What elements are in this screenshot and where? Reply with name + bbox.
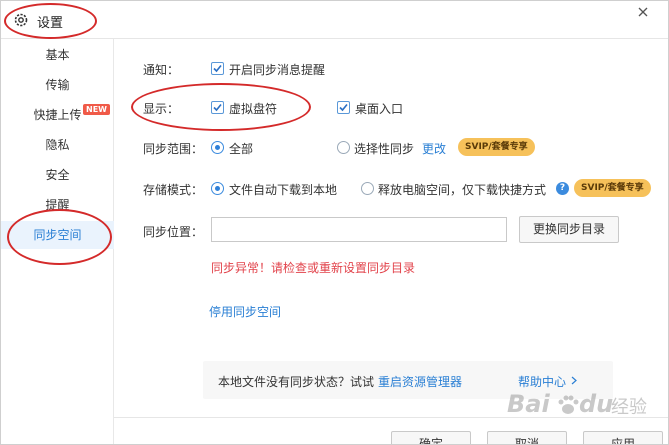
- sidebar-item-sync-space[interactable]: 同步空间: [1, 221, 114, 249]
- sync-error-message: 同步异常！请检查或重新设置同步目录: [211, 261, 416, 275]
- svip-badge: SVIP/套餐专享: [574, 179, 651, 197]
- sync-location-label: 同步位置：: [143, 225, 204, 239]
- virtual-drive-label: 虚拟盘符: [229, 102, 278, 116]
- title-bar: 设置: [1, 1, 668, 39]
- storage-auto-download-label: 文件自动下载到本地: [229, 183, 338, 197]
- sync-scope-all-label: 全部: [229, 142, 254, 156]
- sidebar-item-reminder[interactable]: 提醒: [1, 191, 114, 219]
- notify-label: 通知：: [143, 63, 180, 77]
- apply-button[interactable]: 应用: [583, 431, 663, 444]
- new-badge: NEW: [83, 104, 110, 115]
- baidu-watermark: Bai du 经验: [507, 386, 647, 432]
- gear-icon: [14, 13, 28, 27]
- sync-location-input[interactable]: [211, 217, 507, 242]
- storage-auto-download-radio[interactable]: [211, 182, 224, 195]
- settings-window: 设置 基本 传输 快捷上传 NEW 隐私 安全 提醒 同步空间 通知： 开启同步…: [0, 0, 669, 445]
- sync-scope-label: 同步范围：: [143, 142, 204, 156]
- sync-scope-selective-radio[interactable]: [337, 141, 350, 154]
- ok-button[interactable]: 确定: [391, 431, 471, 444]
- chevron-right-icon: [571, 376, 577, 385]
- notify-option-label: 开启同步消息提醒: [229, 63, 326, 77]
- watermark-text: 经验: [611, 397, 647, 418]
- sidebar-item-privacy[interactable]: 隐私: [1, 131, 114, 159]
- sidebar-item-transfer[interactable]: 传输: [1, 71, 114, 99]
- svip-badge: SVIP/套餐专享: [458, 138, 535, 156]
- paw-icon: [558, 395, 579, 414]
- info-bar-text: 本地文件没有同步状态？试试: [218, 375, 375, 389]
- display-label: 显示：: [143, 102, 180, 116]
- cancel-button[interactable]: 取消: [487, 431, 567, 444]
- storage-mode-label: 存储模式：: [143, 183, 204, 197]
- watermark-brand: Bai: [507, 390, 550, 418]
- help-icon[interactable]: ?: [556, 182, 569, 195]
- virtual-drive-checkbox[interactable]: [211, 101, 224, 114]
- desktop-entry-checkbox[interactable]: [337, 101, 350, 114]
- storage-free-space-radio[interactable]: [361, 182, 374, 195]
- sidebar: 基本 传输 快捷上传 NEW 隐私 安全 提醒 同步空间: [1, 39, 114, 444]
- checkmark-icon: [213, 64, 222, 73]
- sync-scope-all-radio[interactable]: [211, 141, 224, 154]
- disable-sync-space-link[interactable]: 停用同步空间: [209, 303, 281, 320]
- sidebar-item-label: 安全: [45, 168, 70, 182]
- checkmark-icon: [213, 103, 222, 112]
- watermark-brand-suffix: du: [579, 390, 614, 418]
- sidebar-item-label: 隐私: [45, 138, 70, 152]
- sidebar-item-label: 提醒: [45, 198, 70, 212]
- notify-checkbox[interactable]: [211, 62, 224, 75]
- sync-scope-selective-label: 选择性同步: [354, 142, 415, 156]
- close-icon[interactable]: [636, 5, 650, 19]
- sidebar-item-quick-upload[interactable]: 快捷上传 NEW: [1, 101, 114, 129]
- window-title: 设置: [37, 16, 64, 31]
- restart-explorer-link[interactable]: 重启资源管理器: [378, 373, 462, 390]
- sidebar-item-basic[interactable]: 基本: [1, 41, 114, 69]
- change-sync-folder-button[interactable]: 更换同步目录: [519, 216, 619, 243]
- storage-free-space-label: 释放电脑空间，仅下载快捷方式: [378, 183, 547, 197]
- sidebar-item-security[interactable]: 安全: [1, 161, 114, 189]
- sidebar-item-label: 基本: [45, 48, 70, 62]
- checkmark-icon: [339, 103, 348, 112]
- desktop-entry-label: 桌面入口: [355, 102, 404, 116]
- sync-scope-change-link[interactable]: 更改: [422, 140, 446, 157]
- sidebar-item-label: 传输: [45, 78, 70, 92]
- sidebar-item-label: 同步空间: [33, 228, 82, 242]
